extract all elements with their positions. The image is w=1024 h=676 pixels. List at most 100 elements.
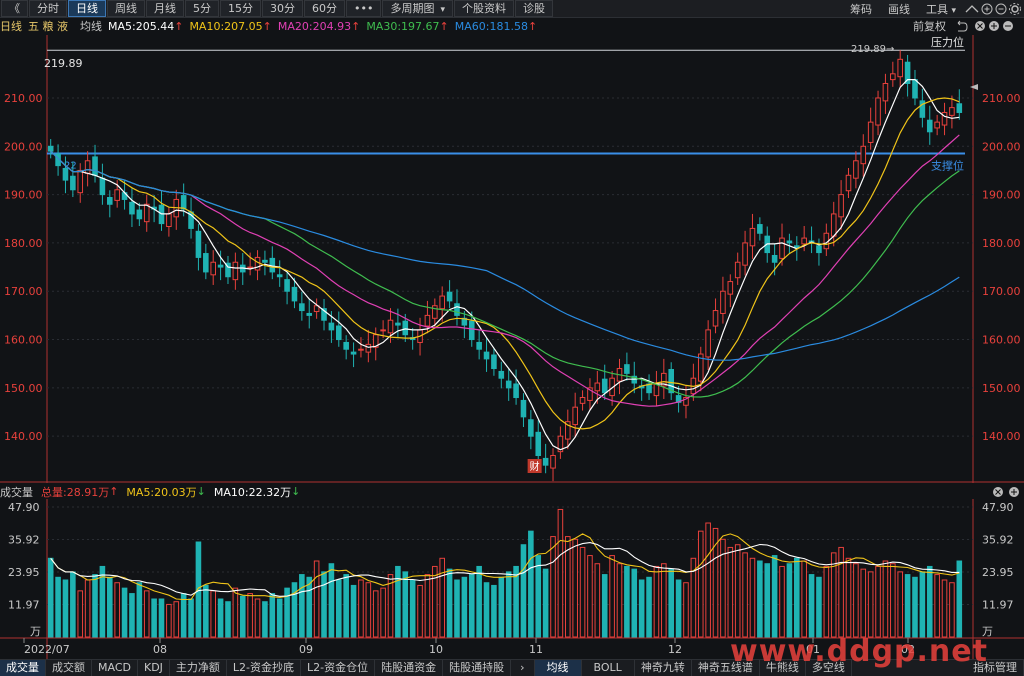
candle-body bbox=[491, 354, 497, 370]
vol-tick-label-right: 47.90 bbox=[982, 501, 1014, 514]
chips-button[interactable]: 筹码 bbox=[842, 1, 880, 17]
tab-kdj[interactable]: KDJ bbox=[138, 660, 170, 676]
settings-icon[interactable] bbox=[1009, 2, 1021, 15]
candle-body bbox=[358, 348, 364, 351]
candle-body bbox=[343, 341, 349, 350]
close-panel-icon[interactable] bbox=[993, 486, 1003, 497]
ma10-line bbox=[50, 97, 960, 430]
price-chart[interactable]: 140.00 140.00 150.00 150.00 160.00 160.00 170.… bbox=[0, 35, 1024, 483]
volume-bar bbox=[860, 568, 867, 638]
period-label: 日线 bbox=[0, 20, 22, 33]
volume-bar bbox=[941, 579, 948, 638]
tab-weekly[interactable]: 周线 bbox=[107, 0, 145, 17]
volume-bar bbox=[653, 565, 660, 638]
vol-tick-label-right: 11.97 bbox=[982, 599, 1014, 612]
volume-bar bbox=[380, 587, 386, 638]
tab-volume[interactable]: 成交量 bbox=[0, 660, 46, 676]
volume-bar bbox=[203, 584, 209, 638]
volume-bar bbox=[853, 563, 859, 638]
back-arrow-icon[interactable] bbox=[957, 20, 968, 32]
chevron-down-icon: ▾ bbox=[440, 5, 445, 15]
volume-bar bbox=[616, 563, 623, 638]
candle-body bbox=[483, 351, 490, 360]
tab-l2-position[interactable]: L2-资金仓位 bbox=[301, 660, 376, 676]
tab-main-net[interactable]: 主力净额 bbox=[170, 660, 227, 676]
vol-tick-label-left: 35.92 bbox=[8, 534, 40, 547]
volume-bar bbox=[55, 576, 61, 638]
volume-bar bbox=[350, 584, 357, 638]
volume-bar bbox=[454, 579, 460, 638]
tools-button[interactable]: 工具 ▾ bbox=[918, 1, 964, 17]
more-periods-button[interactable]: ••• bbox=[346, 0, 382, 17]
volume-bar bbox=[542, 568, 549, 638]
volume-bar bbox=[372, 590, 379, 638]
zoom-out-icon[interactable] bbox=[995, 3, 1007, 14]
watermark: www.ddgp.net bbox=[730, 634, 988, 669]
add-panel-icon[interactable] bbox=[1009, 486, 1019, 497]
event-badge-label: 财 bbox=[530, 460, 540, 473]
close-panel-icon[interactable] bbox=[975, 21, 985, 31]
tab-hk-fund[interactable]: 陆股通资金 bbox=[375, 660, 444, 676]
tab-ma[interactable]: 均线 bbox=[534, 660, 582, 676]
volume-bar bbox=[934, 574, 940, 638]
tab-td-nine[interactable]: 神奇九转 bbox=[635, 660, 692, 676]
volume-bar bbox=[313, 560, 320, 638]
remove-panel-icon[interactable] bbox=[1003, 21, 1013, 31]
tab-l2-bottom[interactable]: L2-资金抄底 bbox=[227, 660, 302, 676]
ma10-up-icon: ↑ bbox=[262, 19, 272, 33]
add-panel-icon[interactable] bbox=[989, 21, 999, 31]
tab-15min[interactable]: 15分 bbox=[220, 0, 261, 17]
volume-bar bbox=[107, 576, 113, 638]
vol-tick-label-left: 11.97 bbox=[8, 599, 40, 612]
fold-icon[interactable] bbox=[965, 4, 979, 12]
candle-body bbox=[757, 224, 763, 234]
stock-profile-button[interactable]: 个股资料 bbox=[454, 0, 514, 17]
candle-body bbox=[727, 281, 734, 295]
volume-bar bbox=[579, 546, 586, 638]
tab-fenshi[interactable]: 分时 bbox=[29, 0, 67, 17]
tab-macd[interactable]: MACD bbox=[92, 660, 138, 676]
tab-60min[interactable]: 60分 bbox=[304, 0, 345, 17]
tab-boll[interactable]: BOLL bbox=[582, 660, 635, 676]
chevron-right-icon[interactable]: › bbox=[511, 660, 535, 676]
volume-bar bbox=[402, 571, 409, 638]
tab-daily[interactable]: 日线 bbox=[68, 0, 106, 17]
back-icon[interactable]: 《 bbox=[1, 0, 28, 17]
volume-bar bbox=[749, 557, 756, 638]
draw-line-button[interactable]: 画线 bbox=[880, 1, 918, 17]
zoom-in-icon[interactable] bbox=[981, 3, 993, 14]
volume-bar bbox=[143, 590, 150, 638]
volume-bar bbox=[269, 593, 276, 638]
volume-bar bbox=[771, 555, 778, 638]
tab-monthly[interactable]: 月线 bbox=[146, 0, 184, 17]
adjust-button[interactable]: 前复权 bbox=[913, 18, 946, 34]
ma30-value: MA30:197.67 bbox=[366, 19, 440, 33]
tab-5min[interactable]: 5分 bbox=[185, 0, 219, 17]
volume-bar bbox=[395, 565, 401, 638]
candle-body bbox=[624, 364, 630, 374]
volume-bar bbox=[158, 598, 165, 638]
tab-hk-hold[interactable]: 陆股通持股 bbox=[443, 660, 512, 676]
ma20-value: MA20:204.93 bbox=[277, 19, 352, 33]
volume-bar bbox=[121, 587, 128, 638]
volume-bar bbox=[483, 582, 490, 638]
volume-bar bbox=[136, 582, 143, 638]
price-tick-label-right: 200.00 bbox=[982, 140, 1021, 153]
diagnose-button[interactable]: 诊股 bbox=[515, 0, 553, 17]
price-tick-label-left: 160.00 bbox=[4, 334, 43, 347]
candle-body bbox=[203, 253, 209, 273]
candle-body bbox=[299, 303, 305, 312]
volume-bar bbox=[661, 563, 667, 638]
candle-body bbox=[535, 431, 542, 457]
ma60-value: MA60:181.58 bbox=[454, 19, 528, 33]
tab-turnover[interactable]: 成交额 bbox=[46, 660, 92, 676]
volume-bar bbox=[180, 593, 187, 638]
candle-body bbox=[513, 383, 519, 399]
multi-period-dropdown[interactable]: 多周期图 ▾ bbox=[382, 0, 453, 17]
stock-name: 五 粮 液 bbox=[28, 20, 68, 33]
ma20-up-icon: ↑ bbox=[351, 19, 361, 33]
candle-body bbox=[210, 261, 216, 276]
candle-body bbox=[705, 329, 711, 358]
tab-30min[interactable]: 30分 bbox=[262, 0, 303, 17]
high-value-label: 219.89 bbox=[44, 57, 83, 70]
